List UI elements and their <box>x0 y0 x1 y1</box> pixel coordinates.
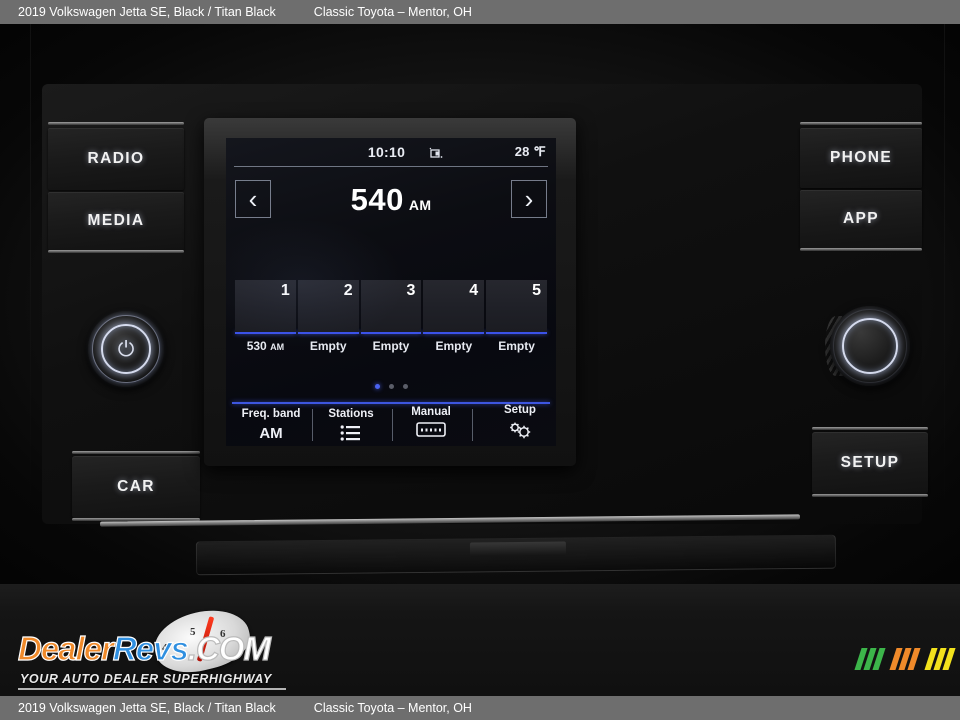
toolbar-separator-1 <box>312 409 313 441</box>
color-bars-graphic <box>854 648 956 670</box>
phone-button[interactable]: PHONE <box>800 128 922 188</box>
preset-5-label: Empty <box>498 339 535 353</box>
vehicle-description-bottom: 2019 Volkswagen Jetta SE, Black / Titan … <box>18 701 276 715</box>
freq-band-label: Freq. band <box>241 408 301 420</box>
preset-5-accent-bar <box>486 332 547 334</box>
preset-2-number: 2 <box>343 282 353 299</box>
preset-4-number: 4 <box>469 282 479 299</box>
next-station-button[interactable]: › <box>511 180 547 218</box>
phone-button-trim <box>800 122 922 125</box>
tune-knob[interactable] <box>825 306 910 386</box>
outside-temperature: 28 ℉ <box>514 144 546 159</box>
media-button[interactable]: MEDIA <box>48 192 184 250</box>
manual-tune-button[interactable]: Manual <box>398 406 464 437</box>
pagination-dot-2[interactable] <box>388 384 394 389</box>
power-volume-knob[interactable]: ⏻ <box>88 311 164 387</box>
preset-5-tile[interactable]: 5 <box>486 280 547 332</box>
dash-seam-left <box>30 24 31 524</box>
app-button[interactable]: APP <box>800 190 922 248</box>
station-frequency: 540 <box>350 182 404 217</box>
watermark-word-com: .COM <box>187 629 271 667</box>
setup-label: Setup <box>504 404 536 416</box>
vehicle-description-top: 2019 Volkswagen Jetta SE, Black / Titan … <box>18 5 276 19</box>
setup-soft-button[interactable]: Setup <box>490 404 550 440</box>
preset-3-label: Empty <box>372 339 410 353</box>
manual-label: Manual <box>411 406 451 418</box>
list-icon <box>318 424 384 442</box>
stations-label: Stations <box>328 408 374 420</box>
preset-3[interactable]: 3 Empty <box>360 280 422 353</box>
toolbar-separator-3 <box>472 409 473 441</box>
status-bar: 10:10 28 ℉ <box>226 138 556 166</box>
radio-button-trim <box>48 122 184 125</box>
vehicle-interior-photo: RADIO MEDIA CAR PHONE APP SETUP ⏻ 10:10 … <box>0 24 960 696</box>
preset-4-label: Empty <box>435 339 473 353</box>
gears-icon <box>490 420 550 440</box>
watermark-underline <box>18 688 286 690</box>
dealer-name-bottom: Classic Toyota – Mentor, OH <box>313 701 472 715</box>
top-caption-bar: 2019 Volkswagen Jetta SE, Black / Titan … <box>0 0 960 24</box>
freq-band-button[interactable]: Freq. band AM <box>236 408 306 442</box>
preset-2-accent-bar <box>297 332 359 334</box>
freq-band-value: AM <box>259 425 283 442</box>
tune-knob-ring <box>842 318 898 374</box>
preset-5[interactable]: 5 Empty <box>486 280 547 353</box>
dealerrevs-watermark: 4 5 6 DealerRevs.COM YOUR AUTO DEALER SU… <box>17 601 286 690</box>
watermark-word-dealer: Dealer <box>17 629 114 667</box>
preset-4[interactable]: 4 Empty <box>423 280 485 353</box>
power-icon: ⏻ <box>117 337 135 361</box>
car-button[interactable]: CAR <box>72 456 200 518</box>
watermark-wordmark: DealerRevs.COM <box>17 629 271 668</box>
screenshot-root: 2019 Volkswagen Jetta SE, Black / Titan … <box>0 0 960 720</box>
preset-3-number: 3 <box>406 282 416 299</box>
media-button-trim <box>48 250 184 253</box>
preset-5-number: 5 <box>532 282 541 299</box>
app-button-trim <box>800 248 922 251</box>
preset-4-tile[interactable]: 4 <box>423 280 485 332</box>
preset-2-label: Empty <box>309 339 347 353</box>
setup-button-trim-bottom <box>812 494 928 497</box>
pagination-dot-1[interactable] <box>374 384 380 389</box>
preset-1-label-unit: AM <box>270 342 285 352</box>
tuner-scale-icon <box>398 422 464 437</box>
station-band: AM <box>408 197 432 213</box>
preset-1-label-text: 530 <box>246 339 267 353</box>
watermark-tagline: YOUR AUTO DEALER SUPERHIGHWAY <box>20 672 272 686</box>
antenna-signal-icon <box>429 146 444 158</box>
setup-button-trim-top <box>812 427 928 430</box>
preset-1-label: 530 AM <box>235 339 296 353</box>
clock: 10:10 <box>367 144 406 160</box>
bottom-caption-bar: 2019 Volkswagen Jetta SE, Black / Titan … <box>0 696 960 720</box>
infotainment-display[interactable]: 10:10 28 ℉ ‹ 540 AM › 1 530 AM 2 Empty 3… <box>226 138 556 446</box>
preset-4-accent-bar <box>423 332 485 334</box>
preset-2-tile[interactable]: 2 <box>297 280 359 332</box>
preset-3-accent-bar <box>360 332 422 334</box>
dash-seam-right <box>944 24 945 524</box>
preset-2[interactable]: 2 Empty <box>297 280 359 353</box>
toolbar-separator-2 <box>392 409 393 441</box>
watermark-word-revs: Revs <box>112 629 189 667</box>
dash-slot-tab <box>469 541 567 557</box>
pagination-dot-3[interactable] <box>402 384 408 389</box>
radio-button[interactable]: RADIO <box>48 128 184 190</box>
current-station: 540 AM <box>226 182 556 218</box>
pagination-dots[interactable] <box>226 384 556 389</box>
tuner-row: ‹ 540 AM › <box>226 172 556 228</box>
bottom-toolbar: Freq. band AM Stations Manual Setup <box>226 404 556 446</box>
dealer-name-top: Classic Toyota – Mentor, OH <box>313 5 472 19</box>
preset-3-tile[interactable]: 3 <box>360 280 422 332</box>
preset-1-tile[interactable]: 1 <box>235 280 296 332</box>
preset-1-accent-bar <box>235 332 296 334</box>
status-divider <box>234 166 548 167</box>
preset-row: 1 530 AM 2 Empty 3 Empty 4 Empty 5 Empty <box>235 280 547 353</box>
preset-1[interactable]: 1 530 AM <box>235 280 296 353</box>
preset-1-number: 1 <box>280 282 290 299</box>
setup-hard-button[interactable]: SETUP <box>812 432 928 494</box>
stations-button[interactable]: Stations <box>318 408 384 442</box>
car-button-trim-top <box>72 451 200 454</box>
